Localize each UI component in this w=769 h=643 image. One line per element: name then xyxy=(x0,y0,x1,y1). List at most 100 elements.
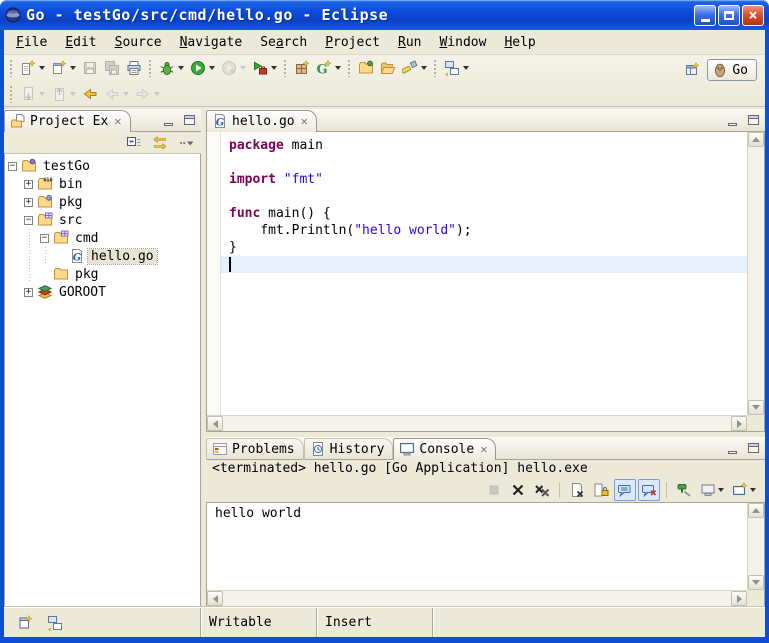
show-stdout-button[interactable] xyxy=(614,479,636,501)
scroll-up-button[interactable] xyxy=(748,503,764,518)
clear-console-button[interactable] xyxy=(566,479,588,501)
tree-item-hello-go[interactable]: Ghello.go xyxy=(5,247,200,265)
pin-console-button[interactable] xyxy=(673,479,695,501)
perspective-go-button[interactable]: Go xyxy=(707,59,757,81)
console-maximize-button[interactable] xyxy=(744,440,762,456)
menu-navigate[interactable]: Navigate xyxy=(172,33,251,52)
last-edit-location-button[interactable] xyxy=(79,83,101,105)
menu-project[interactable]: Project xyxy=(317,33,388,52)
previous-annotation-button[interactable] xyxy=(48,83,79,105)
dropdown-arrow-icon[interactable] xyxy=(123,92,129,96)
menu-window[interactable]: Window xyxy=(431,33,494,52)
profile-button[interactable] xyxy=(218,57,249,79)
tree-item-testgo[interactable]: −testGo xyxy=(5,157,200,175)
minimize-button[interactable] xyxy=(694,5,716,26)
display-console-button[interactable] xyxy=(697,479,727,501)
dropdown-arrow-icon[interactable] xyxy=(421,66,427,70)
console-vertical-scrollbar[interactable] xyxy=(747,503,764,590)
maximize-button[interactable] xyxy=(718,5,740,26)
collapse-all-button[interactable] xyxy=(123,132,145,154)
scroll-left-button[interactable] xyxy=(207,591,223,606)
dropdown-arrow-icon[interactable] xyxy=(240,66,246,70)
menu-source[interactable]: Source xyxy=(107,33,170,52)
tree-item-goroot[interactable]: +GOROOT xyxy=(5,283,200,301)
dropdown-arrow-icon[interactable] xyxy=(271,66,277,70)
menu-search[interactable]: Search xyxy=(252,33,315,52)
dropdown-arrow-icon[interactable] xyxy=(39,66,45,70)
dropdown-arrow-icon[interactable] xyxy=(750,488,756,492)
view-menu-button[interactable] xyxy=(175,132,197,154)
run-external-tools-button[interactable] xyxy=(249,57,280,79)
menu-run[interactable]: Run xyxy=(390,33,429,52)
project-explorer-close-icon[interactable]: ✕ xyxy=(114,114,121,128)
tree-expander-minus-icon[interactable]: − xyxy=(40,234,49,243)
dropdown-arrow-icon[interactable] xyxy=(718,488,724,492)
scroll-down-button[interactable] xyxy=(748,575,764,590)
dropdown-arrow-icon[interactable] xyxy=(154,92,160,96)
search-flashlight-button[interactable] xyxy=(399,57,430,79)
scroll-track[interactable] xyxy=(223,591,731,606)
scroll-right-button[interactable] xyxy=(731,416,747,431)
console-tab-problems[interactable]: Problems xyxy=(206,438,304,460)
editor-minimize-button[interactable] xyxy=(723,112,741,128)
scroll-down-button[interactable] xyxy=(748,400,764,415)
console-horizontal-scrollbar[interactable] xyxy=(207,590,747,606)
new-go-element-button[interactable]: G xyxy=(313,57,344,79)
tree-expander-plus-icon[interactable]: + xyxy=(24,288,33,297)
console-tab-console[interactable]: Console✕ xyxy=(393,438,496,460)
title-bar[interactable]: Go - testGo/src/cmd/hello.go - Eclipse × xyxy=(0,0,769,30)
tree-item-cmd[interactable]: −cmd xyxy=(5,229,200,247)
close-button[interactable]: × xyxy=(742,5,764,26)
import-wizard-button[interactable] xyxy=(355,57,377,79)
scroll-up-button[interactable] xyxy=(748,132,764,147)
editor-maximize-button[interactable] xyxy=(744,112,762,128)
dropdown-arrow-icon[interactable] xyxy=(39,92,45,96)
window-switch-button[interactable] xyxy=(44,612,66,634)
scroll-right-button[interactable] xyxy=(731,591,747,606)
menu-file[interactable]: File xyxy=(8,33,55,52)
editor-tab-close-icon[interactable]: ✕ xyxy=(301,114,308,128)
next-annotation-button[interactable] xyxy=(17,83,48,105)
forward-button[interactable] xyxy=(132,83,163,105)
project-explorer-maximize-button[interactable] xyxy=(180,112,198,128)
link-with-editor-button[interactable] xyxy=(149,132,171,154)
run-button[interactable] xyxy=(187,57,218,79)
tree-expander-plus-icon[interactable]: + xyxy=(24,180,33,189)
terminate-button[interactable] xyxy=(483,479,505,501)
annotation-ruler[interactable] xyxy=(207,132,221,415)
tree-item-src[interactable]: −src xyxy=(5,211,200,229)
dropdown-arrow-icon[interactable] xyxy=(70,92,76,96)
remove-all-launches-button[interactable] xyxy=(531,479,553,501)
new-menu-button[interactable] xyxy=(48,57,79,79)
open-folder-button[interactable] xyxy=(377,57,399,79)
menu-help[interactable]: Help xyxy=(496,33,543,52)
dropdown-arrow-icon[interactable] xyxy=(70,66,76,70)
new-wizard-button[interactable] xyxy=(17,57,48,79)
open-perspective-button[interactable] xyxy=(681,59,703,81)
code-editor[interactable]: package main import "fmt" func main() { … xyxy=(221,132,747,415)
dropdown-arrow-icon[interactable] xyxy=(463,66,469,70)
scroll-track[interactable] xyxy=(748,518,764,575)
dropdown-arrow-icon[interactable] xyxy=(335,66,341,70)
editor-horizontal-scrollbar[interactable] xyxy=(207,415,747,431)
scroll-track[interactable] xyxy=(748,147,764,400)
console-output[interactable]: hello world xyxy=(207,503,747,590)
debug-button[interactable] xyxy=(156,57,187,79)
editor-tab-hello-go[interactable]: G hello.go ✕ xyxy=(206,110,317,132)
project-explorer-tab[interactable]: Project Ex ✕ xyxy=(4,110,131,132)
dropdown-arrow-icon[interactable] xyxy=(209,66,215,70)
new-project-button[interactable] xyxy=(291,57,313,79)
show-stderr-button[interactable] xyxy=(638,479,660,501)
remove-launch-button[interactable] xyxy=(507,479,529,501)
console-tab-history[interactable]: History xyxy=(304,438,394,460)
print-button[interactable] xyxy=(123,57,145,79)
project-explorer-minimize-button[interactable] xyxy=(159,112,177,128)
editor-vertical-scrollbar[interactable] xyxy=(747,132,764,415)
console-minimize-button[interactable] xyxy=(723,440,741,456)
tree-expander-plus-icon[interactable]: + xyxy=(24,198,33,207)
scroll-lock-button[interactable] xyxy=(590,479,612,501)
fast-view-button[interactable] xyxy=(14,612,36,634)
tree-item-pkg[interactable]: +pkg xyxy=(5,193,200,211)
back-button[interactable] xyxy=(101,83,132,105)
tree-expander-minus-icon[interactable]: − xyxy=(24,216,33,225)
